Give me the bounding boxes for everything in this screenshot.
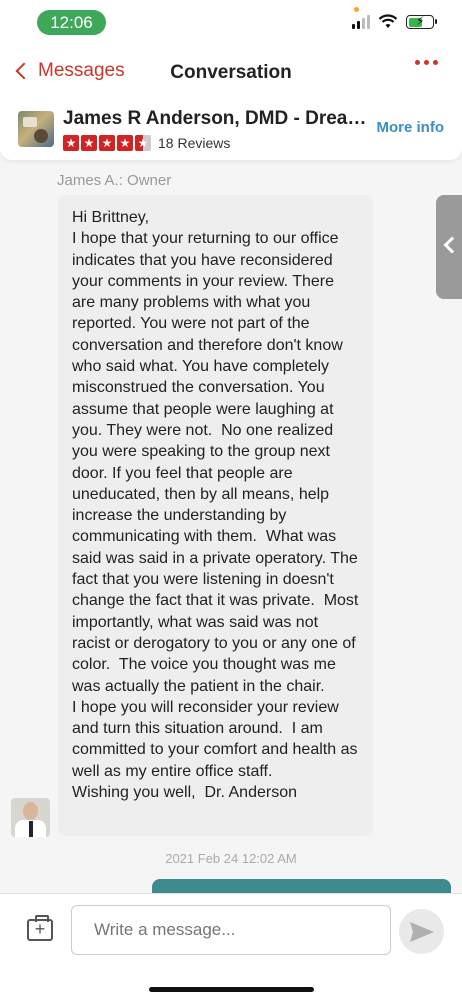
- review-count: 18 Reviews: [158, 135, 231, 151]
- half-star-icon: ★: [135, 135, 151, 151]
- privacy-indicator-dot: [354, 7, 359, 12]
- send-button[interactable]: [399, 909, 444, 954]
- star-icon: ★: [63, 135, 79, 151]
- more-options-button[interactable]: [415, 60, 438, 65]
- star-icon: ★: [81, 135, 97, 151]
- message-sender-label: James A.: Owner: [57, 172, 172, 189]
- add-photo-icon[interactable]: +: [27, 915, 53, 941]
- status-icons: ⚡: [352, 14, 437, 30]
- message-timestamp: 2021 Feb 24 12:02 AM: [165, 851, 297, 866]
- message-bubble: Hi Brittney, I hope that your returning …: [58, 195, 373, 836]
- business-photo[interactable]: [18, 111, 54, 147]
- status-bar: 12:06 ⚡: [0, 0, 462, 46]
- star-icon: ★: [99, 135, 115, 151]
- star-icon: ★: [117, 135, 133, 151]
- sender-avatar[interactable]: [11, 798, 50, 837]
- side-drawer-tab[interactable]: [436, 195, 462, 299]
- navigation-bar: Messages Conversation: [0, 46, 462, 102]
- more-dots-icon: [415, 60, 420, 65]
- more-info-link[interactable]: More info: [377, 119, 445, 136]
- business-header[interactable]: James R Anderson, DMD - Dreamw... ★ ★ ★ …: [0, 102, 462, 160]
- cellular-signal-icon: [352, 15, 370, 29]
- status-time: 12:06: [37, 10, 106, 35]
- send-icon: [410, 922, 434, 942]
- message-input[interactable]: [71, 905, 391, 955]
- wifi-icon: [378, 14, 398, 28]
- chevron-left-icon: [443, 236, 461, 254]
- star-rating: ★ ★ ★ ★ ★: [63, 135, 151, 151]
- page-title: Conversation: [170, 62, 292, 83]
- message-composer: +: [0, 893, 462, 1000]
- business-name[interactable]: James R Anderson, DMD - Dreamw...: [63, 108, 375, 130]
- battery-icon: ⚡: [406, 14, 437, 29]
- home-indicator: [149, 987, 314, 992]
